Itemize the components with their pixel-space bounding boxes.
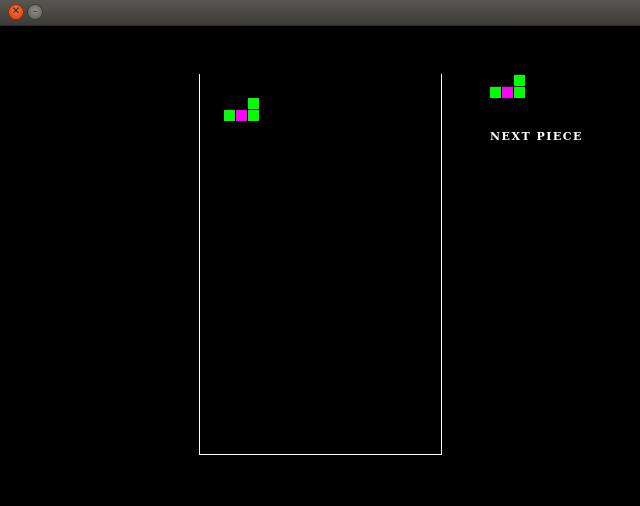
game-window: ✕ – NEXT PIECE — [0, 0, 640, 506]
current-piece-block — [248, 98, 259, 109]
minimize-icon: – — [32, 6, 38, 17]
current-piece-block — [248, 110, 259, 121]
next-piece-block — [514, 75, 525, 86]
next-piece-label: NEXT PIECE — [490, 130, 583, 143]
playfield — [199, 74, 442, 455]
close-button[interactable]: ✕ — [8, 4, 24, 20]
current-piece-block — [224, 110, 235, 121]
current-piece-block — [236, 110, 247, 121]
next-piece-block — [514, 87, 525, 98]
next-piece-block — [490, 87, 501, 98]
title-bar: ✕ – — [0, 0, 640, 26]
close-icon: ✕ — [11, 6, 21, 17]
minimize-button[interactable]: – — [27, 4, 43, 20]
next-piece-block — [502, 87, 513, 98]
